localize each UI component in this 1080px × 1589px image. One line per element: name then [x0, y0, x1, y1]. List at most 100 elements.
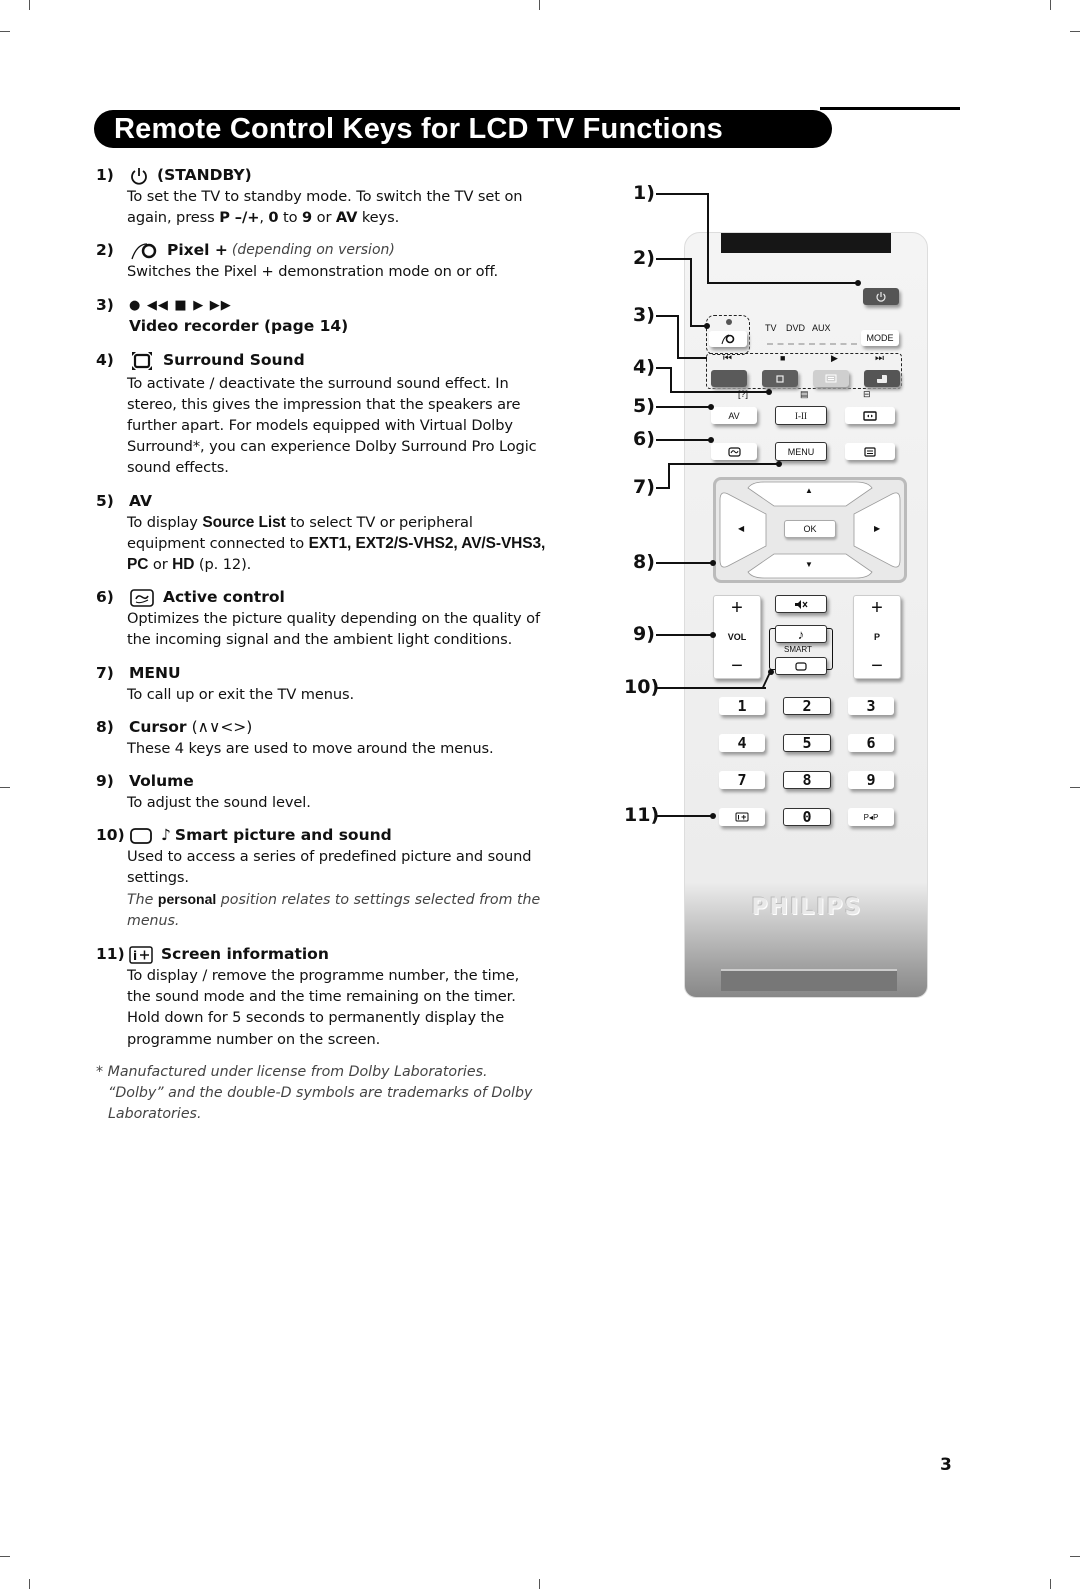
standby-key[interactable] — [863, 288, 899, 305]
leader-line — [677, 315, 679, 358]
callout-5: 5) — [633, 395, 655, 417]
digit-key-3[interactable]: 3 — [848, 697, 894, 715]
ok-key[interactable]: OK — [784, 520, 836, 538]
page-title: Remote Control Keys for LCD TV Functions — [94, 110, 832, 148]
item-menu: 7) MENU To call up or exit the TV menus. — [96, 663, 546, 705]
svg-text:i: i — [133, 949, 137, 963]
digit-key-2[interactable]: 2 — [783, 697, 831, 715]
smart-picture-key[interactable] — [775, 657, 827, 675]
surround-sound-icon — [776, 374, 784, 383]
item-title: (STANDBY) — [157, 166, 252, 184]
surround-key[interactable] — [762, 370, 798, 387]
format-key[interactable] — [845, 407, 895, 424]
text-bold: Source List — [202, 513, 286, 531]
red-key[interactable] — [711, 370, 747, 387]
smart-sound-key[interactable]: ♪ — [775, 625, 827, 643]
volume-up-icon[interactable]: + — [731, 598, 743, 618]
leader-line — [707, 193, 709, 283]
item-title: Video recorder (page 14) — [129, 316, 349, 335]
cursor-right-icon[interactable]: ▶ — [874, 524, 880, 533]
text: to — [278, 209, 303, 227]
digit-key-6[interactable]: 6 — [848, 734, 894, 752]
leader-dot — [708, 404, 714, 410]
leader-line — [656, 258, 692, 260]
mute-key[interactable] — [775, 595, 827, 613]
callout-9: 9) — [633, 623, 655, 645]
volume-down-icon[interactable]: − — [731, 656, 743, 676]
item-number: 4) — [96, 351, 114, 370]
crop-mark — [539, 0, 540, 10]
format-icon — [863, 410, 877, 421]
crop-mark — [0, 31, 10, 32]
crop-mark — [0, 1556, 10, 1557]
active-control-key[interactable] — [711, 443, 757, 460]
cursor-left-icon[interactable]: ◀ — [738, 524, 744, 533]
cursor-down-icon[interactable]: ▼ — [805, 560, 813, 569]
teletext-key[interactable] — [845, 443, 895, 460]
item-body: Switches the Pixel + demonstration mode … — [127, 263, 499, 281]
leader-dot — [710, 632, 716, 638]
record-indicator — [726, 319, 732, 325]
pixel-plus-key[interactable] — [709, 331, 747, 347]
pixel-plus-icon — [129, 241, 159, 261]
crop-mark — [1050, 1579, 1051, 1589]
digit-key-1[interactable]: 1 — [719, 697, 765, 715]
digit-key-5[interactable]: 5 — [783, 734, 831, 752]
text: keys. — [357, 209, 400, 227]
item-title: Volume — [129, 772, 194, 791]
leader-line — [656, 687, 766, 689]
title-rule — [820, 107, 960, 110]
crop-mark — [1050, 0, 1051, 10]
yellow-key[interactable] — [813, 370, 849, 387]
dual-sound-key[interactable]: I-II — [775, 406, 827, 425]
volume-rocker[interactable]: + VOL − — [713, 595, 761, 679]
item-title: Smart picture and sound — [174, 826, 392, 845]
text-bold: P –/+ — [219, 209, 260, 227]
menu-key[interactable]: MENU — [775, 442, 827, 461]
program-up-icon[interactable]: + — [871, 598, 883, 618]
text-bold: personal — [157, 890, 217, 907]
power-icon — [876, 291, 886, 302]
digit-key-7[interactable]: 7 — [719, 771, 765, 789]
teletext-mix-icon: ▤ — [800, 389, 809, 399]
crop-mark — [1070, 787, 1080, 788]
digit-key-4[interactable]: 4 — [719, 734, 765, 752]
battery-cover — [721, 969, 897, 991]
digit-key-8[interactable]: 8 — [783, 771, 831, 789]
screen-info-icon — [735, 812, 749, 822]
cursor-symbols: (∧∨<>) — [191, 717, 253, 736]
blue-key[interactable] — [864, 370, 900, 387]
text: or — [148, 556, 173, 574]
item-volume: 9) Volume To adjust the sound level. — [96, 771, 546, 813]
callout-10: 10) — [624, 676, 660, 698]
digit-key-9[interactable]: 9 — [848, 771, 894, 789]
screen-info-key[interactable] — [719, 808, 765, 826]
item-subtitle: (depending on version) — [231, 242, 395, 259]
item-body: To display / remove the programme number… — [127, 967, 520, 1048]
digit-key-0[interactable]: 0 — [783, 808, 831, 826]
callout-6: 6) — [633, 428, 655, 450]
text: The — [127, 891, 158, 908]
previous-program-key[interactable]: P◂P — [848, 808, 894, 826]
text: (p. 12). — [194, 556, 252, 574]
leader-line — [656, 193, 709, 195]
program-rocker[interactable]: + P − — [853, 595, 901, 679]
cursor-up-icon[interactable]: ▲ — [805, 486, 813, 495]
item-video-recorder: 3) ● ◀◀ ■ ▶ ▶▶ Video recorder (page 14) — [96, 295, 546, 337]
item-body: These 4 keys are used to move around the… — [127, 739, 494, 757]
rewind-label: ⏮ — [723, 353, 732, 364]
item-number: 9) — [96, 772, 114, 791]
leader-line — [668, 463, 670, 489]
item-number: 1) — [96, 166, 114, 184]
av-key[interactable]: AV — [711, 407, 757, 424]
screen-info-icon: i — [129, 945, 153, 964]
program-down-icon[interactable]: − — [871, 656, 883, 676]
item-number: 3) — [96, 295, 114, 314]
item-body: To activate / deactivate the surround so… — [127, 374, 537, 477]
item-title: AV — [129, 491, 152, 510]
item-title: Cursor — [129, 717, 187, 736]
teletext-icon — [864, 446, 876, 457]
page-number: 3 — [940, 1455, 952, 1475]
item-number: 5) — [96, 491, 114, 510]
mode-key[interactable]: MODE — [861, 330, 899, 346]
